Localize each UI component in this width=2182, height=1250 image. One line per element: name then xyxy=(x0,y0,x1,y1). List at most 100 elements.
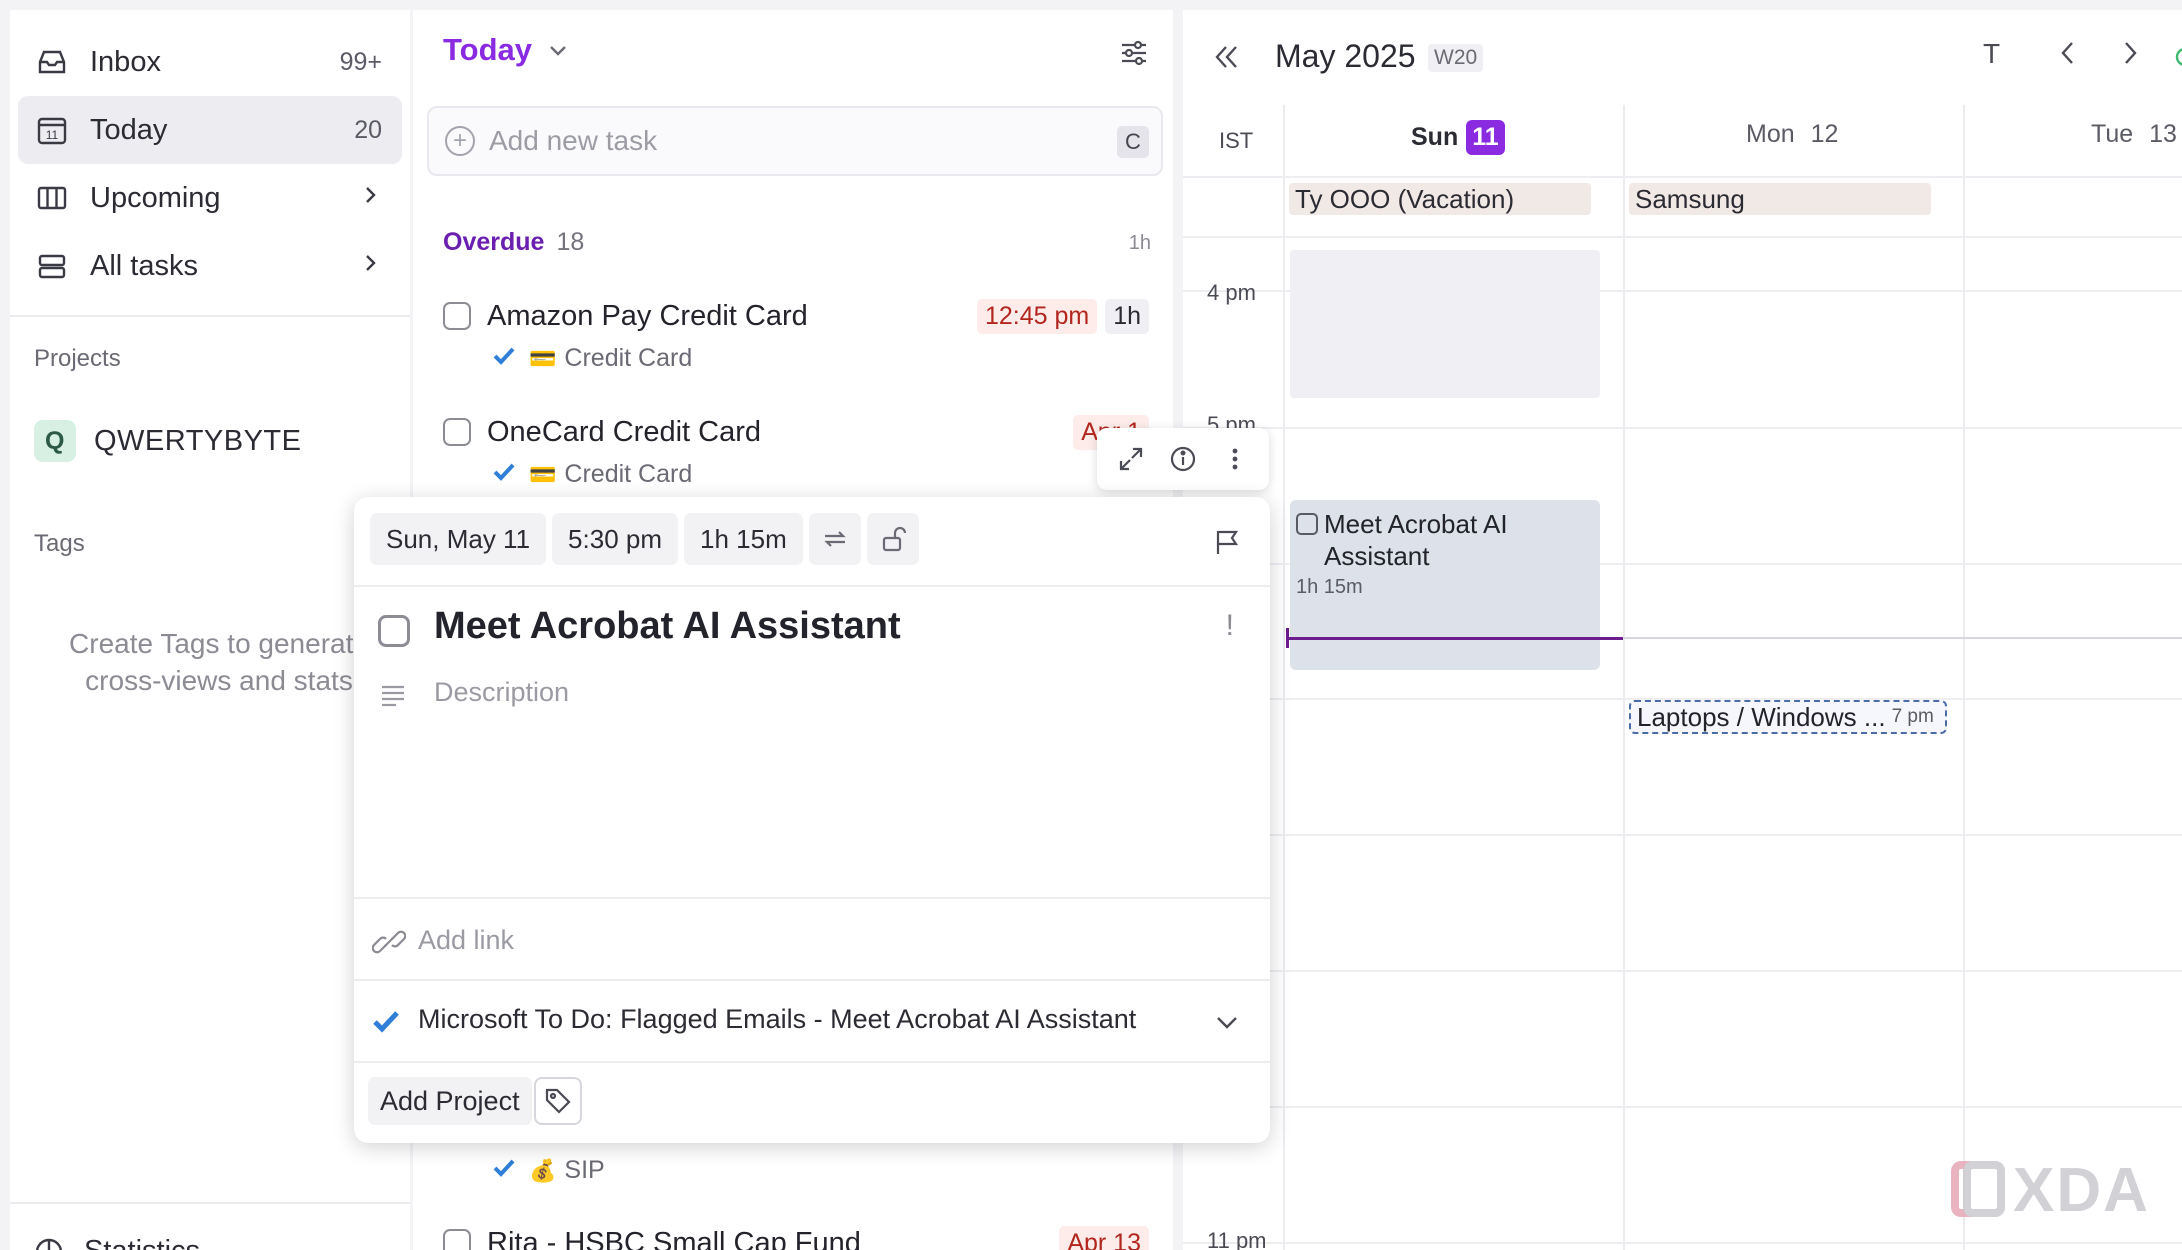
task-item[interactable]: Amazon Pay Credit Card 12:45 pm 1h 💳 Cre… xyxy=(443,296,1163,373)
add-project-button[interactable]: Add Project xyxy=(368,1077,532,1125)
allday-event[interactable]: Ty OOO (Vacation) xyxy=(1289,183,1591,215)
sync-status-icon xyxy=(2173,44,2182,76)
task-complete-checkbox[interactable] xyxy=(378,615,410,647)
event-checkbox[interactable] xyxy=(1296,513,1318,535)
chevron-right-icon xyxy=(358,182,382,215)
stack-icon xyxy=(34,248,70,284)
microsoft-todo-icon xyxy=(493,460,515,489)
task-item[interactable]: Rita - HSBC Small Cap Fund Apr 13 xyxy=(443,1223,1163,1250)
grid-line xyxy=(1183,834,2182,836)
today-button[interactable]: T xyxy=(1983,38,2000,70)
day-number: 11 xyxy=(1466,120,1505,155)
day-header-today[interactable]: Sun 11 xyxy=(1411,120,1505,155)
view-selector[interactable]: Today xyxy=(443,32,570,68)
time-label: 4 pm xyxy=(1207,280,1256,305)
next-icon[interactable] xyxy=(2115,38,2145,75)
popup-divider xyxy=(354,897,1270,899)
grid-line xyxy=(1183,970,2182,972)
flag-icon[interactable] xyxy=(1212,527,1242,557)
inbox-count: 99+ xyxy=(339,47,382,76)
task-source[interactable]: Microsoft To Do: Flagged Emails - Meet A… xyxy=(418,1004,1136,1035)
description-field[interactable]: Description xyxy=(434,677,569,708)
busy-block xyxy=(1290,250,1600,398)
task-date: Apr 13 xyxy=(1059,1225,1149,1250)
calendar-header: May 2025 W20 T xyxy=(1183,10,2182,110)
sidebar: Inbox 99+ 11 Today 20 Upcoming All tasks… xyxy=(10,10,410,1250)
sidebar-item-upcoming[interactable]: Upcoming xyxy=(18,164,402,232)
overdue-label: Overdue xyxy=(443,228,545,256)
task-project: SIP xyxy=(564,1156,605,1184)
event-duration: 1h 15m xyxy=(1296,576,1363,598)
more-vertical-icon[interactable] xyxy=(1218,442,1252,476)
unlock-icon[interactable] xyxy=(866,513,919,565)
statistics-label: Statistics xyxy=(84,1235,200,1250)
grid-line xyxy=(1183,1106,2182,1108)
grid-line xyxy=(1963,105,1965,1250)
description-icon xyxy=(378,680,408,710)
date-chip[interactable]: Sun, May 11 xyxy=(370,513,547,565)
task-checkbox[interactable] xyxy=(443,1229,471,1250)
plus-icon: + xyxy=(445,126,475,156)
money-bag-emoji: 💰 xyxy=(529,1157,557,1183)
popup-divider xyxy=(354,585,1270,587)
previous-icon[interactable] xyxy=(2053,38,2083,75)
time-chip[interactable]: 5:30 pm xyxy=(552,513,678,565)
allday-event[interactable]: Samsung xyxy=(1629,183,1931,215)
priority-icon[interactable]: ! xyxy=(1226,609,1234,643)
task-title[interactable]: Meet Acrobat AI Assistant xyxy=(434,605,901,648)
add-link-field[interactable]: Add link xyxy=(418,925,514,956)
grid-line xyxy=(1183,427,2182,429)
calendar-month: May 2025 xyxy=(1275,38,1416,74)
svg-text:11: 11 xyxy=(46,128,59,142)
overdue-section-title[interactable]: Overdue 18 xyxy=(443,228,584,257)
repeat-icon[interactable] xyxy=(808,513,861,565)
duration-chip[interactable]: 1h 15m xyxy=(684,513,803,565)
overdue-count: 18 xyxy=(556,228,585,256)
info-icon[interactable] xyxy=(1166,442,1200,476)
day-header[interactable]: Mon 12 xyxy=(1746,120,1838,149)
chevron-down-icon[interactable] xyxy=(1212,1007,1242,1037)
double-chevron-left-icon[interactable] xyxy=(1209,40,1243,74)
watermark-logo: XDA xyxy=(1951,1155,2161,1240)
expand-icon[interactable] xyxy=(1114,442,1148,476)
filter-settings-icon[interactable] xyxy=(1117,36,1151,70)
sidebar-item-label: Inbox xyxy=(90,45,161,78)
microsoft-todo-icon xyxy=(372,1007,400,1035)
day-name: Sun xyxy=(1411,123,1459,151)
task-title: OneCard Credit Card xyxy=(487,415,761,448)
shortcut-key: C xyxy=(1117,126,1149,158)
projects-title: Projects xyxy=(34,345,121,372)
task-project: Credit Card xyxy=(564,460,693,488)
calendar-event-tentative[interactable]: Laptops / Windows ... 7 pm xyxy=(1629,700,1947,734)
sidebar-item-label: Today xyxy=(90,113,168,146)
popup-divider xyxy=(354,979,1270,981)
day-name: Mon xyxy=(1746,120,1795,148)
sidebar-item-all-tasks[interactable]: All tasks xyxy=(18,232,402,300)
columns-icon xyxy=(34,180,70,216)
add-task-input[interactable]: + Add new task C xyxy=(427,106,1163,176)
sidebar-item-statistics[interactable]: Statistics xyxy=(34,1235,200,1250)
day-header[interactable]: Tue 13 xyxy=(2091,120,2177,149)
day-number: 13 xyxy=(2149,120,2177,148)
task-checkbox[interactable] xyxy=(443,418,471,446)
calendar-event[interactable]: Meet Acrobat AI Assistant 1h 15m xyxy=(1290,500,1600,670)
task-checkbox[interactable] xyxy=(443,302,471,330)
tags-empty-line: Create Tags to generate xyxy=(69,628,369,659)
sidebar-item-inbox[interactable]: Inbox 99+ xyxy=(18,28,402,96)
project-item[interactable]: Q QWERTYBYTE xyxy=(34,420,302,462)
grid-line xyxy=(1183,176,2182,178)
watermark-text: XDA xyxy=(2013,1156,2150,1225)
current-time-line-extension xyxy=(1623,637,2182,639)
tag-icon[interactable] xyxy=(534,1077,582,1125)
calendar-today-icon: 11 xyxy=(34,112,70,148)
chevron-down-icon xyxy=(546,38,570,62)
grid-line xyxy=(1623,105,1625,1250)
grid-line xyxy=(1283,105,1285,1250)
tags-empty-message: Create Tags to generate cross-views and … xyxy=(34,625,404,699)
tags-title: Tags xyxy=(34,530,85,557)
timezone-label: IST xyxy=(1219,128,1254,153)
popup-divider xyxy=(354,1061,1270,1063)
sidebar-item-today[interactable]: 11 Today 20 xyxy=(18,96,402,164)
task-title: Amazon Pay Credit Card xyxy=(487,299,808,332)
task-item[interactable]: OneCard Credit Card Apr 1 💳 Credit Card xyxy=(443,412,1163,489)
